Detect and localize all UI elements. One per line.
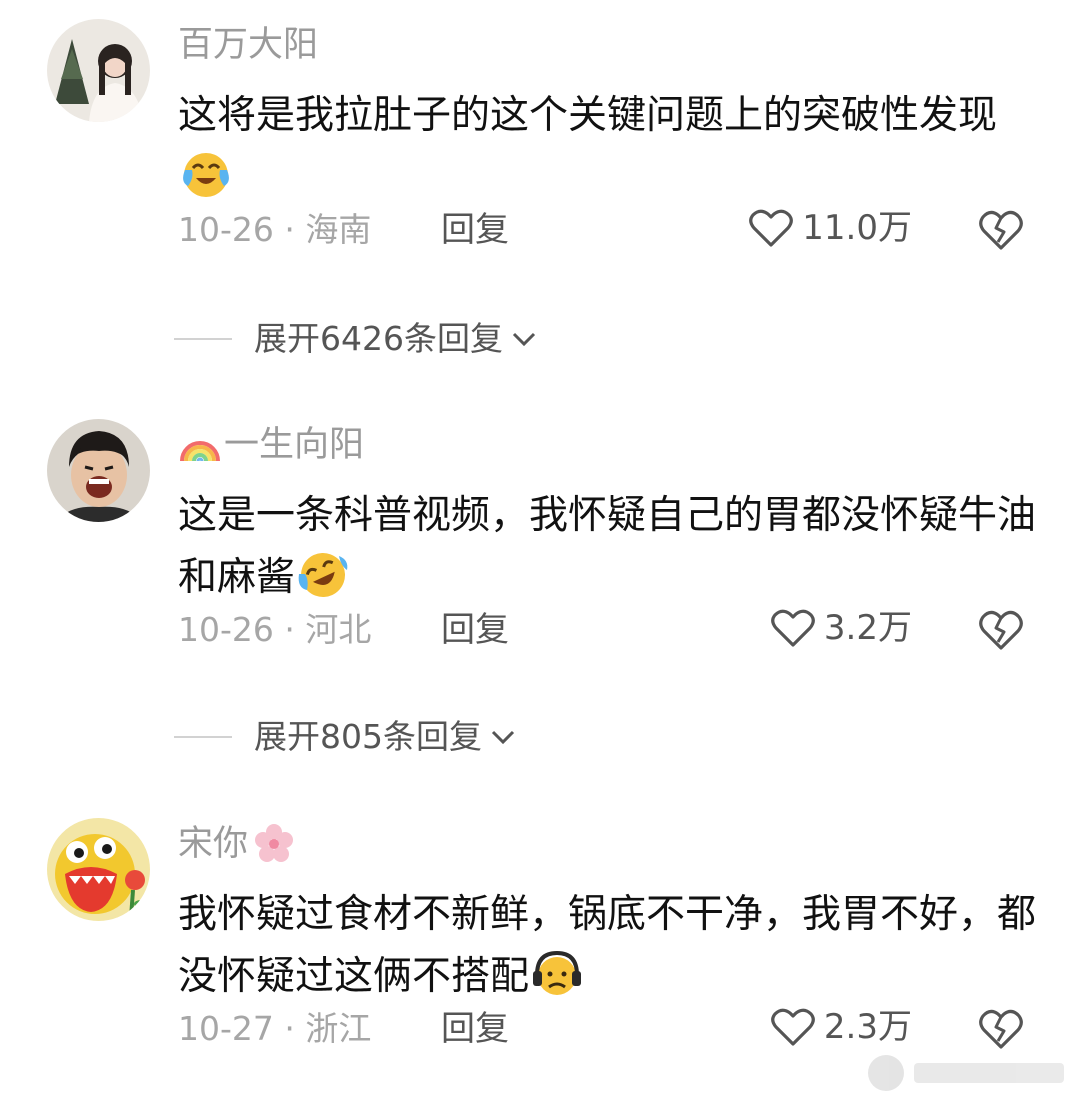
comment-date: 10-26 bbox=[178, 610, 274, 649]
watermark-icon bbox=[868, 1055, 904, 1091]
reply-button[interactable]: 回复 bbox=[441, 607, 509, 653]
expand-replies-label: 展开6426条回复 bbox=[254, 319, 503, 358]
separator-dot: · bbox=[284, 1009, 295, 1048]
broken-heart-icon[interactable] bbox=[976, 206, 1026, 252]
divider-line bbox=[174, 736, 232, 738]
comment-text: 这是一条科普视频，我怀疑自己的胃都没怀疑牛油和麻酱 bbox=[178, 485, 1048, 609]
heart-icon bbox=[771, 609, 815, 647]
avatar[interactable] bbox=[47, 19, 150, 122]
username-text: 宋你 bbox=[178, 824, 249, 864]
comment-meta: 10-26 · 海南 bbox=[178, 207, 371, 253]
divider-line bbox=[174, 338, 232, 340]
comment-text-content: 这将是我拉肚子的这个关键问题上的突破性发现 bbox=[178, 93, 998, 138]
expand-replies-button[interactable]: 展开805条回复 bbox=[174, 714, 516, 760]
comment-location: 浙江 bbox=[305, 1009, 372, 1048]
like-button[interactable]: 2.3万 bbox=[770, 1004, 912, 1050]
comment-text: 我怀疑过食材不新鲜，锅底不干净，我胃不好，都没怀疑过这俩不搭配 bbox=[178, 884, 1048, 1008]
comment-date: 10-27 bbox=[178, 1009, 274, 1048]
comment-location: 海南 bbox=[305, 210, 372, 249]
expand-replies-label: 展开805条回复 bbox=[254, 717, 482, 756]
reply-button[interactable]: 回复 bbox=[441, 1006, 509, 1052]
cherry-blossom-emoji-icon bbox=[255, 824, 294, 862]
comment-text-content: 我怀疑过食材不新鲜，锅底不干净，我胃不好，都没怀疑过这俩不搭配 bbox=[178, 892, 1037, 999]
headphones-frown-emoji-icon bbox=[533, 950, 582, 995]
username[interactable]: 百万大阳 bbox=[178, 21, 318, 69]
like-button[interactable]: 3.2万 bbox=[770, 605, 912, 651]
avatar[interactable] bbox=[47, 419, 150, 522]
heart-icon bbox=[771, 1008, 815, 1046]
broken-heart-icon[interactable] bbox=[976, 606, 1026, 652]
heart-icon bbox=[749, 209, 794, 247]
chevron-down-icon bbox=[512, 332, 536, 347]
username[interactable]: 一生向阳 bbox=[178, 421, 364, 469]
avatar[interactable] bbox=[47, 818, 150, 921]
crying-laughing-emoji-icon bbox=[183, 153, 229, 197]
rainbow-emoji-icon bbox=[180, 441, 220, 462]
comment-date: 10-26 bbox=[178, 210, 274, 249]
watermark-bar bbox=[914, 1063, 1064, 1083]
comment-text: 这将是我拉肚子的这个关键问题上的突破性发现 bbox=[178, 85, 1048, 209]
username[interactable]: 宋你 bbox=[178, 820, 296, 868]
comment-meta: 10-26 · 河北 bbox=[178, 607, 371, 653]
separator-dot: · bbox=[284, 210, 295, 249]
broken-heart-icon[interactable] bbox=[976, 1005, 1026, 1051]
comment-meta: 10-27 · 浙江 bbox=[178, 1006, 371, 1052]
watermark-logo bbox=[868, 1051, 1073, 1095]
like-count: 2.3万 bbox=[823, 1007, 912, 1047]
rofl-emoji-icon bbox=[298, 553, 348, 597]
username-text: 百万大阳 bbox=[178, 25, 319, 65]
like-button[interactable]: 11.0万 bbox=[748, 205, 912, 251]
comment-location: 河北 bbox=[305, 610, 372, 649]
comment-list: 百万大阳 这将是我拉肚子的这个关键问题上的突破性发现 10-26 · 海南 回复… bbox=[0, 0, 1080, 1101]
expand-replies-button[interactable]: 展开6426条回复 bbox=[174, 316, 537, 362]
separator-dot: · bbox=[284, 610, 295, 649]
chevron-down-icon bbox=[491, 730, 515, 745]
reply-button[interactable]: 回复 bbox=[441, 207, 509, 253]
username-text: 一生向阳 bbox=[224, 425, 365, 465]
like-count: 3.2万 bbox=[823, 608, 912, 648]
like-count: 11.0万 bbox=[802, 208, 912, 248]
